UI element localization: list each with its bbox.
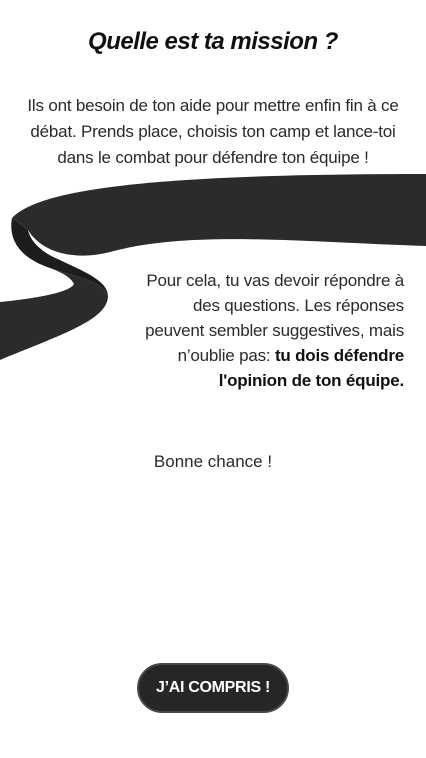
ribbon-band — [12, 174, 426, 256]
questions-text: Pour cela, tu vas devoir répondre à des … — [134, 268, 404, 393]
ribbon-lower-band — [0, 268, 108, 360]
understood-button[interactable]: J’AI COMPRIS ! — [137, 663, 289, 713]
page-title: Quelle est ta mission ? — [88, 28, 338, 55]
good-luck-text: Bonne chance ! — [153, 452, 273, 471]
intro-text: Ils ont besoin de ton aide pour mettre e… — [27, 96, 399, 167]
